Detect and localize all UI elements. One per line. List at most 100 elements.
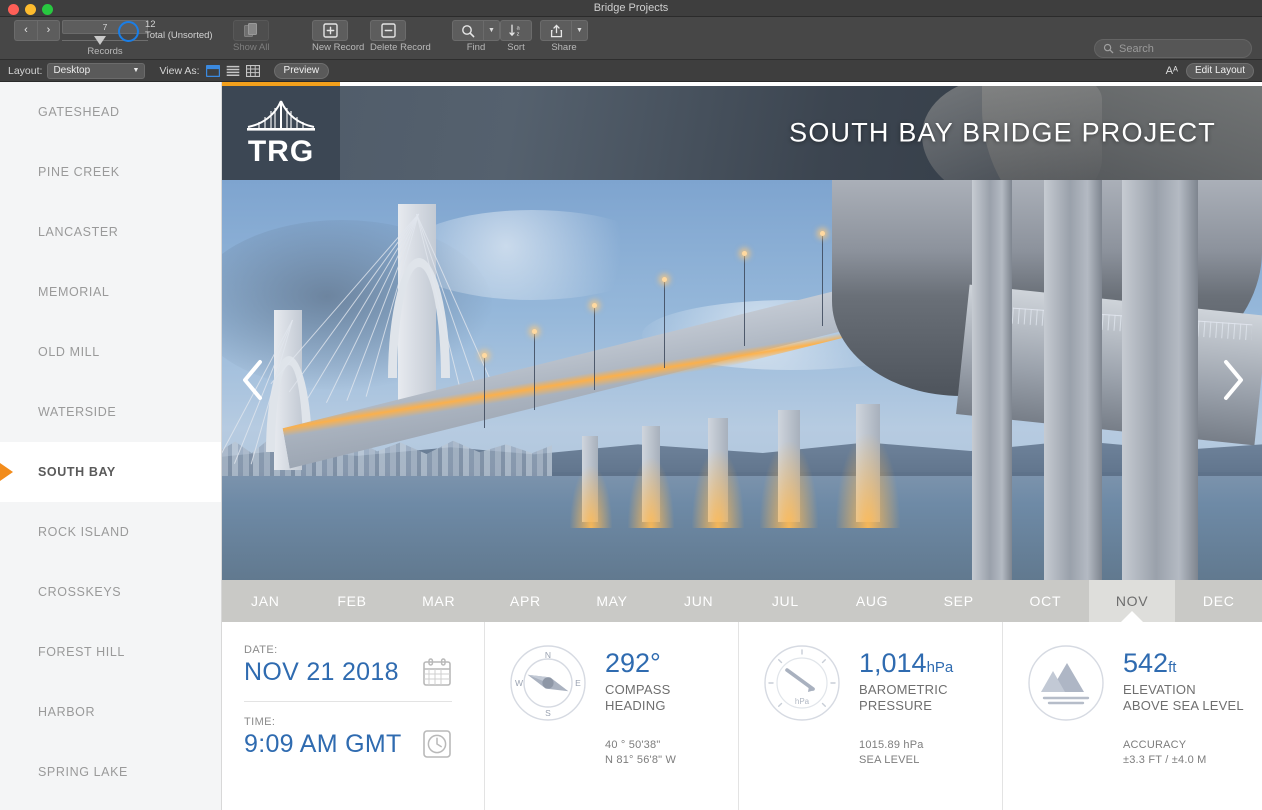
svg-text:W: W xyxy=(515,678,523,688)
month-tab-jun[interactable]: JUN xyxy=(655,580,742,622)
sidebar-item-old-mill[interactable]: OLD MILL xyxy=(0,322,221,382)
view-as-table-button[interactable] xyxy=(246,64,261,77)
svg-text:N: N xyxy=(545,650,551,660)
next-photo-button[interactable] xyxy=(1218,357,1248,403)
sidebar-item-rock-island[interactable]: ROCK ISLAND xyxy=(0,502,221,562)
time-field-row: TIME: 9:09 AM GMT xyxy=(244,716,484,759)
record-content: TRG SOUTH BAY BRIDGE PROJECT JAN FEB MAR… xyxy=(222,82,1262,810)
sidebar-item-crosskeys[interactable]: CROSSKEYS xyxy=(0,562,221,622)
preview-button[interactable]: Preview xyxy=(273,62,330,79)
find-chevron-down-icon[interactable]: ▼ xyxy=(483,21,499,40)
month-tab-sep[interactable]: SEP xyxy=(915,580,1002,622)
date-field-row: DATE: NOV 21 2018 xyxy=(244,644,484,687)
photo-lamp-post xyxy=(592,303,597,390)
layout-bar: Layout: Desktop ▼ View As: Preview Aᴬ Ed… xyxy=(0,60,1262,82)
svg-text:E: E xyxy=(575,678,581,688)
sidebar-item-label: MEMORIAL xyxy=(38,285,110,299)
photo-pier-light xyxy=(570,466,612,528)
search-icon[interactable] xyxy=(453,21,483,40)
sidebar-item-lancaster[interactable]: LANCASTER xyxy=(0,202,221,262)
share-button[interactable]: ▼ xyxy=(540,20,588,41)
barometer-sub-line1: 1015.89 hPa xyxy=(859,739,924,751)
window-title: Bridge Projects xyxy=(593,2,669,14)
minus-square-icon xyxy=(380,23,396,38)
barometer-caption-line1: BAROMETRIC xyxy=(859,682,948,697)
barometer-caption-line2: PRESSURE xyxy=(859,697,933,713)
sort-button[interactable]: a z xyxy=(500,20,532,41)
share-chevron-down-icon[interactable]: ▼ xyxy=(571,21,587,40)
find-button[interactable]: ▼ xyxy=(452,20,500,41)
layout-select[interactable]: Desktop ▼ xyxy=(47,62,146,79)
svg-text:S: S xyxy=(545,708,551,718)
sidebar-item-label: GATESHEAD xyxy=(38,105,120,119)
view-as-list-button[interactable] xyxy=(226,64,241,77)
text-format-icon[interactable]: Aᴬ xyxy=(1166,65,1178,77)
month-tab-mar[interactable]: MAR xyxy=(395,580,482,622)
brand-logo-text: TRG xyxy=(247,135,315,168)
next-record-button[interactable]: › xyxy=(37,20,60,41)
sidebar-item-waterside[interactable]: WATERSIDE xyxy=(0,382,221,442)
sidebar-item-forest-hill[interactable]: FOREST HILL xyxy=(0,622,221,682)
view-as-label: View As: xyxy=(159,64,200,77)
list-view-icon xyxy=(226,65,240,76)
sidebar-item-spring-lake[interactable]: SPRING LAKE xyxy=(0,742,221,802)
elevation-caption-line2: ABOVE SEA LEVEL xyxy=(1123,697,1244,713)
previous-record-button[interactable]: ‹ xyxy=(14,20,37,41)
month-tab-bar[interactable]: JAN FEB MAR APR MAY JUN JUL AUG SEP OCT … xyxy=(222,580,1262,622)
month-tab-apr[interactable]: APR xyxy=(482,580,569,622)
date-value[interactable]: NOV 21 2018 xyxy=(244,658,399,687)
view-as-form-button[interactable] xyxy=(206,64,221,77)
found-set-pie-icon[interactable] xyxy=(118,21,139,42)
sidebar-item-pine-creek[interactable]: PINE CREEK xyxy=(0,142,221,202)
calendar-icon[interactable] xyxy=(422,657,452,687)
show-all-group: Show All xyxy=(233,20,269,53)
record-photo xyxy=(222,180,1262,580)
sort-group: a z Sort xyxy=(500,20,532,53)
bridge-logo-icon xyxy=(247,100,315,131)
photo-column xyxy=(972,180,1012,580)
month-tab-nov[interactable]: NOV xyxy=(1088,580,1176,622)
time-value[interactable]: 9:09 AM GMT xyxy=(244,730,402,759)
sidebar-item-harbor[interactable]: HARBOR xyxy=(0,682,221,742)
layout-bar-right: Aᴬ Edit Layout xyxy=(1166,62,1254,79)
share-icon[interactable] xyxy=(541,21,571,40)
month-tab-jul[interactable]: JUL xyxy=(742,580,829,622)
month-tab-dec[interactable]: DEC xyxy=(1175,580,1262,622)
compass-coordinate-line1: 40 ° 50'38" xyxy=(605,739,661,751)
previous-photo-button[interactable] xyxy=(238,357,268,403)
month-tab-feb[interactable]: FEB xyxy=(309,580,396,622)
month-tab-oct[interactable]: OCT xyxy=(1002,580,1089,622)
sidebar-item-south-bay[interactable]: SOUTH BAY xyxy=(0,442,221,502)
month-tab-aug[interactable]: AUG xyxy=(829,580,916,622)
title-bar: Bridge Projects xyxy=(0,0,1262,17)
measurements-panel: DATE: NOV 21 2018 TIME: 9:09 AM GMT N S … xyxy=(222,622,1262,810)
sidebar-item-label: FOREST HILL xyxy=(38,645,125,659)
show-all-button[interactable] xyxy=(233,20,269,41)
sidebar-item-memorial[interactable]: MEMORIAL xyxy=(0,262,221,322)
barometer-icon: hPa xyxy=(764,645,840,721)
photo-lamp-post xyxy=(742,251,747,346)
elevation-caption-line1: ELEVATION xyxy=(1123,682,1196,697)
sidebar-item-gateshead[interactable]: GATESHEAD xyxy=(0,82,221,142)
edit-layout-button[interactable]: Edit Layout xyxy=(1185,62,1254,79)
month-tab-jan[interactable]: JAN xyxy=(222,580,309,622)
barometer-sea-level: 1015.89 hPa SEA LEVEL xyxy=(739,738,1002,768)
plus-square-icon xyxy=(322,23,338,38)
share-group: ▼ Share xyxy=(540,20,588,53)
record-slider-thumb[interactable] xyxy=(94,36,106,45)
clock-icon[interactable] xyxy=(422,729,452,759)
compass-value: 292° xyxy=(605,648,661,678)
photo-pier-light xyxy=(836,434,900,528)
main-toolbar: ‹ › 7 Records 12 Total (Unsorted) Show A… xyxy=(0,17,1262,60)
photo-column xyxy=(1044,180,1102,580)
project-sidebar[interactable]: GATESHEAD PINE CREEK LANCASTER MEMORIAL … xyxy=(0,82,222,810)
table-view-icon xyxy=(246,64,261,77)
elevation-metric: 542ft ELEVATION ABOVE SEA LEVEL xyxy=(1003,644,1262,722)
new-record-button[interactable] xyxy=(312,20,348,41)
month-tab-may[interactable]: MAY xyxy=(569,580,656,622)
search-input[interactable]: Search xyxy=(1094,39,1252,58)
search-placeholder-text: Search xyxy=(1119,42,1154,55)
photo-pier-light xyxy=(692,450,744,528)
sidebar-item-label: SPRING LAKE xyxy=(38,765,128,779)
delete-record-button[interactable] xyxy=(370,20,406,41)
